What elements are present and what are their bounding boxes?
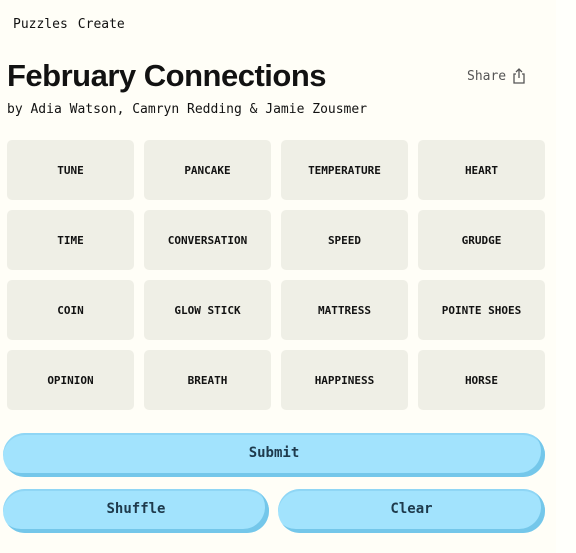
word-tile[interactable]: COIN [7, 280, 134, 340]
share-button[interactable]: Share [467, 68, 526, 84]
submit-button[interactable]: Submit [3, 433, 545, 477]
word-tile[interactable]: CONVERSATION [144, 210, 271, 270]
share-label: Share [467, 68, 507, 84]
nav-create-link[interactable]: Create [78, 17, 125, 32]
word-tile[interactable]: MATTRESS [281, 280, 408, 340]
share-upload-icon [512, 68, 526, 84]
puzzle-byline: by Adia Watson, Camryn Redding & Jamie Z… [7, 102, 368, 117]
word-tile[interactable]: HORSE [418, 350, 545, 410]
word-tile[interactable]: TUNE [7, 140, 134, 200]
nav-puzzles-link[interactable]: Puzzles [13, 17, 68, 32]
word-grid: TUNE PANCAKE TEMPERATURE HEART TIME CONV… [7, 140, 545, 410]
page-title: February Connections [7, 58, 327, 93]
word-tile[interactable]: PANCAKE [144, 140, 271, 200]
clear-button[interactable]: Clear [278, 489, 545, 533]
word-tile[interactable]: BREATH [144, 350, 271, 410]
word-tile[interactable]: HEART [418, 140, 545, 200]
word-tile[interactable]: TIME [7, 210, 134, 270]
word-tile[interactable]: SPEED [281, 210, 408, 270]
clear-label: Clear [390, 501, 433, 517]
word-tile[interactable]: POINTE SHOES [418, 280, 545, 340]
shuffle-button[interactable]: Shuffle [3, 489, 269, 533]
word-tile[interactable]: HAPPINESS [281, 350, 408, 410]
word-tile[interactable]: TEMPERATURE [281, 140, 408, 200]
word-tile[interactable]: GLOW STICK [144, 280, 271, 340]
page-gutter [556, 0, 576, 553]
shuffle-label: Shuffle [106, 501, 166, 517]
top-nav: Puzzles Create [13, 17, 125, 32]
submit-label: Submit [248, 445, 300, 461]
word-tile[interactable]: GRUDGE [418, 210, 545, 270]
word-tile[interactable]: OPINION [7, 350, 134, 410]
